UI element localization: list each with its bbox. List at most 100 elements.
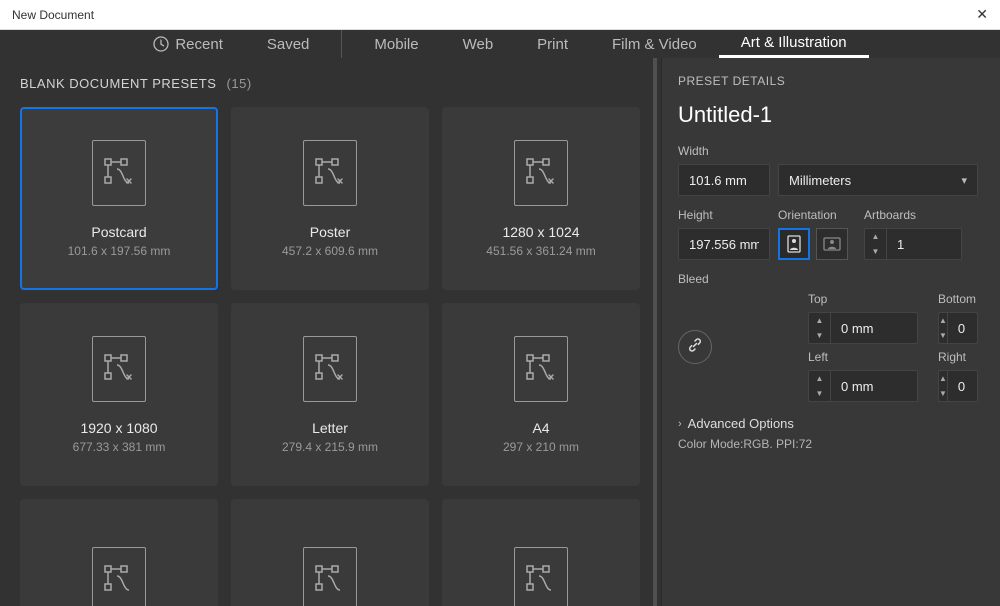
preset-thumb-icon bbox=[92, 336, 146, 402]
bleed-right-label: Right bbox=[938, 350, 978, 364]
stepper-down-icon[interactable]: ▼ bbox=[809, 386, 830, 401]
chevron-right-icon: › bbox=[678, 418, 682, 430]
orientation-label: Orientation bbox=[778, 208, 848, 222]
preset-card-poster[interactable]: Poster 457.2 x 609.6 mm bbox=[231, 107, 429, 290]
bleed-link-button[interactable] bbox=[678, 330, 712, 364]
close-icon[interactable]: ✕ bbox=[976, 6, 988, 23]
preset-thumb-icon bbox=[514, 547, 568, 606]
orientation-landscape-button[interactable] bbox=[816, 228, 848, 260]
preset-details-panel: PRESET DETAILS Untitled-1 Width Millimet… bbox=[661, 58, 1000, 606]
stepper-down-icon[interactable]: ▼ bbox=[865, 244, 886, 259]
preset-thumb-icon bbox=[92, 140, 146, 206]
category-tabs: Recent Saved Mobile Web Print Film & Vid… bbox=[0, 30, 1000, 58]
preset-card[interactable] bbox=[20, 499, 218, 606]
stepper-up-icon[interactable]: ▲ bbox=[809, 371, 830, 386]
tab-saved-label: Saved bbox=[267, 36, 310, 53]
preset-thumb-icon bbox=[92, 547, 146, 606]
bleed-right-field[interactable] bbox=[958, 379, 967, 394]
width-label: Width bbox=[678, 144, 978, 158]
preset-name: 1920 x 1080 bbox=[80, 420, 157, 436]
preset-thumb-icon bbox=[514, 336, 568, 402]
stepper-up-icon[interactable]: ▲ bbox=[939, 313, 947, 328]
preset-card-1920x1080[interactable]: 1920 x 1080 677.33 x 381 mm bbox=[20, 303, 218, 486]
bleed-left-field[interactable] bbox=[841, 379, 907, 394]
preset-dims: 457.2 x 609.6 mm bbox=[282, 244, 378, 258]
preset-name-input[interactable]: Untitled-1 bbox=[678, 102, 978, 128]
stepper-up-icon[interactable]: ▲ bbox=[939, 371, 947, 386]
bleed-bottom-field[interactable] bbox=[958, 321, 967, 336]
tab-recent-label: Recent bbox=[175, 36, 223, 53]
units-value: Millimeters bbox=[789, 173, 851, 188]
tab-web-label: Web bbox=[463, 36, 494, 53]
preset-name: 1280 x 1024 bbox=[502, 224, 579, 240]
window-titlebar: New Document ✕ bbox=[0, 0, 1000, 30]
tab-separator bbox=[341, 30, 342, 58]
tab-web[interactable]: Web bbox=[441, 30, 516, 58]
preset-dims: 677.33 x 381 mm bbox=[73, 440, 166, 454]
bleed-left-input[interactable] bbox=[830, 370, 918, 402]
tab-mobile[interactable]: Mobile bbox=[352, 30, 440, 58]
preset-card-postcard[interactable]: Postcard 101.6 x 197.56 mm bbox=[20, 107, 218, 290]
artboards-input-field[interactable] bbox=[897, 237, 951, 252]
bleed-top-label: Top bbox=[808, 292, 918, 306]
bleed-right-input[interactable] bbox=[947, 370, 978, 402]
presets-grid: Postcard 101.6 x 197.56 mm Poster 457.2 … bbox=[20, 107, 641, 606]
tab-film-video[interactable]: Film & Video bbox=[590, 30, 719, 58]
bleed-top-field[interactable] bbox=[841, 321, 907, 336]
landscape-icon bbox=[823, 237, 841, 251]
artboards-input[interactable] bbox=[886, 228, 962, 260]
bleed-right-stepper[interactable]: ▲▼ bbox=[938, 370, 947, 402]
height-input[interactable] bbox=[678, 228, 770, 260]
link-icon bbox=[687, 337, 703, 358]
bleed-bottom-stepper[interactable]: ▲▼ bbox=[938, 312, 947, 344]
artboards-stepper[interactable]: ▲▼ bbox=[864, 228, 886, 260]
scrollbar[interactable] bbox=[653, 58, 657, 606]
presets-count: (15) bbox=[227, 76, 252, 91]
preset-dims: 279.4 x 215.9 mm bbox=[282, 440, 378, 454]
bleed-bottom-label: Bottom bbox=[938, 292, 978, 306]
stepper-down-icon[interactable]: ▼ bbox=[939, 386, 947, 401]
preset-dims: 297 x 210 mm bbox=[503, 440, 579, 454]
tab-print[interactable]: Print bbox=[515, 30, 590, 58]
preset-dims: 101.6 x 197.56 mm bbox=[68, 244, 171, 258]
color-mode-summary: Color Mode:RGB. PPI:72 bbox=[678, 437, 978, 451]
preset-name: Poster bbox=[310, 224, 350, 240]
preset-name: Postcard bbox=[91, 224, 146, 240]
chevron-down-icon: ▾ bbox=[961, 174, 967, 187]
units-select[interactable]: Millimeters ▾ bbox=[778, 164, 978, 196]
height-input-field[interactable] bbox=[689, 237, 759, 252]
advanced-options-toggle[interactable]: › Advanced Options bbox=[678, 416, 978, 431]
bleed-label: Bleed bbox=[678, 272, 978, 286]
tab-film-label: Film & Video bbox=[612, 36, 697, 53]
tab-saved[interactable]: Saved bbox=[245, 30, 332, 58]
width-input-field[interactable] bbox=[689, 173, 759, 188]
bleed-bottom-input[interactable] bbox=[947, 312, 978, 344]
bleed-top-input[interactable] bbox=[830, 312, 918, 344]
preset-thumb-icon bbox=[303, 140, 357, 206]
preset-thumb-icon bbox=[303, 336, 357, 402]
main-body: BLANK DOCUMENT PRESETS (15) Postcard 101… bbox=[0, 58, 1000, 606]
stepper-down-icon[interactable]: ▼ bbox=[809, 328, 830, 343]
orientation-portrait-button[interactable] bbox=[778, 228, 810, 260]
preset-card-a4[interactable]: A4 297 x 210 mm bbox=[442, 303, 640, 486]
bleed-left-stepper[interactable]: ▲▼ bbox=[808, 370, 830, 402]
stepper-up-icon[interactable]: ▲ bbox=[865, 229, 886, 244]
stepper-down-icon[interactable]: ▼ bbox=[939, 328, 947, 343]
advanced-options-label: Advanced Options bbox=[688, 416, 794, 431]
preset-card-1280x1024[interactable]: 1280 x 1024 451.56 x 361.24 mm bbox=[442, 107, 640, 290]
width-input[interactable] bbox=[678, 164, 770, 196]
tab-art-illustration[interactable]: Art & Illustration bbox=[719, 30, 869, 58]
bleed-top-stepper[interactable]: ▲▼ bbox=[808, 312, 830, 344]
stepper-up-icon[interactable]: ▲ bbox=[809, 313, 830, 328]
preset-thumb-icon bbox=[514, 140, 568, 206]
preset-card[interactable] bbox=[231, 499, 429, 606]
preset-card-letter[interactable]: Letter 279.4 x 215.9 mm bbox=[231, 303, 429, 486]
window-title: New Document bbox=[12, 8, 94, 22]
app-body: Recent Saved Mobile Web Print Film & Vid… bbox=[0, 30, 1000, 606]
preset-name: A4 bbox=[532, 420, 549, 436]
tab-print-label: Print bbox=[537, 36, 568, 53]
tab-recent[interactable]: Recent bbox=[131, 30, 245, 58]
clock-icon bbox=[153, 36, 169, 52]
preset-card[interactable] bbox=[442, 499, 640, 606]
height-label: Height bbox=[678, 208, 770, 222]
